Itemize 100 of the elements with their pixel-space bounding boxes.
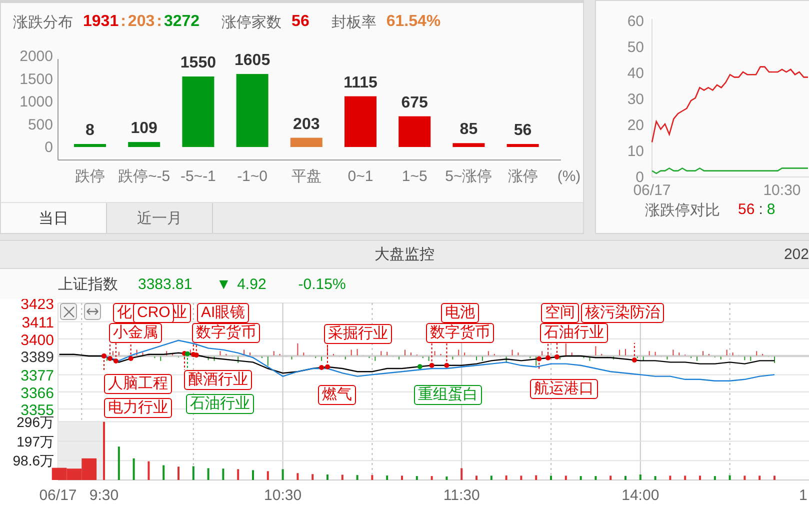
volume-bar [222,468,224,480]
category-label: 涨停 [508,168,538,185]
metric-label: 封板率 [331,12,376,32]
volume-bar [669,476,672,480]
category-label: 1~5 [402,168,428,185]
close-icon [62,306,74,318]
bar [452,143,485,147]
event-tag: 电力行业 [104,398,172,418]
axis-label: 1500 [20,70,53,88]
volume-bar [594,476,597,480]
category-label: 5~涨停 [445,168,492,185]
index-percent: -0.15% [298,276,346,292]
volume-bar [52,468,67,480]
axis-label: 197万 [16,433,54,450]
volume-bar [490,476,492,480]
axis-label: 10 [627,143,644,160]
bar-value: 675 [401,94,428,112]
event-tag: 酿酒行业 [184,370,252,390]
axis-label: 3411 [22,314,54,332]
volume-bar [356,475,358,480]
event-dot [554,354,560,360]
tab[interactable]: 当日 [1,203,107,233]
volume-bar [266,471,269,480]
axis-label: 3366 [20,384,54,402]
distribution-label: 涨跌分布 [13,12,73,32]
bar-value: 1550 [180,54,216,72]
volume-bar [118,446,120,480]
axis-label: 3389 [20,349,54,366]
unit-label: (%) [557,168,581,185]
volume-bar [684,476,686,480]
volume-bar [744,476,746,480]
panel-title: 大盘监控 [374,245,434,264]
volume-bar [460,468,463,480]
volume-bar [639,474,642,480]
volume-bar [446,476,448,480]
axis-label: 98.6万 [12,452,54,469]
event-dot [546,355,551,360]
event-tag: 空间 [541,303,579,323]
ratio-value: 3272 [164,13,200,31]
bar [74,144,106,147]
volume-bar [237,469,240,480]
volume-bar [714,476,716,480]
volume-bar [416,476,418,480]
bar-value: 56 [514,122,532,139]
volume-bar [564,476,567,480]
event-dot [128,356,134,361]
volume-bar [192,466,194,480]
volume-bar [728,475,731,480]
index-value: 3383.81 [138,276,192,292]
ratio-value: 203 [128,13,155,31]
bar [344,96,376,147]
ratio-value: : [156,13,162,31]
volume-bar [282,469,284,480]
change-arrow: ▼ [216,276,232,292]
event-tag: 人脑工程 [104,374,172,394]
axis-label: 2000 [20,48,53,65]
compare-value: 8 [766,201,776,220]
axis-label: 20 [627,117,644,134]
event-tag: 航运港口 [530,379,598,399]
double-arrow-icon [86,307,99,316]
expand-button[interactable] [84,303,101,320]
event-tag: 电池 [441,303,479,323]
volume-bar [207,468,210,480]
axis-label: 30 [627,91,644,108]
ratio-value: 1931 [83,13,119,31]
category-label: 跌停 [75,168,105,185]
bar-value: 109 [130,120,158,138]
index-change: 4.92 [237,276,266,292]
category-label: 跌停~-5 [118,168,170,185]
bar-value: 85 [460,121,478,138]
close-button[interactable] [60,303,77,320]
metric-value: 61.54% [386,13,441,31]
axis-label: 0 [44,139,53,156]
axis-label: 14:00 [622,487,660,504]
event-tag: 石油行业 [186,394,254,414]
event-tag: CRO [133,303,174,323]
event-tag: 数字货币 [426,323,494,343]
compare-value: 56 [738,201,755,220]
event-tag: 燃气 [318,385,356,405]
volume-bar [132,458,135,480]
axis-label: 10:30 [264,487,302,504]
category-label: 0~1 [348,168,374,185]
volume-bar [535,475,538,480]
axis-label: 40 [627,65,644,82]
compare-value: : [758,201,763,220]
event-tag: 数字货币 [192,323,260,343]
event-tag: 小金属 [109,323,162,343]
axis-label: 1 [799,487,808,504]
bar [290,138,322,147]
event-dot [536,356,542,362]
index-name: 上证指数 [58,274,118,294]
axis-label: 500 [28,116,53,134]
volume-bar [296,473,299,480]
axis-label: 1000 [20,94,53,110]
axis-label: 11:30 [443,487,480,504]
volume-bar [148,461,150,480]
metric-value: 56 [292,13,310,31]
volume-bar [312,474,314,480]
event-dot [632,358,637,363]
volume-bar [162,465,165,480]
